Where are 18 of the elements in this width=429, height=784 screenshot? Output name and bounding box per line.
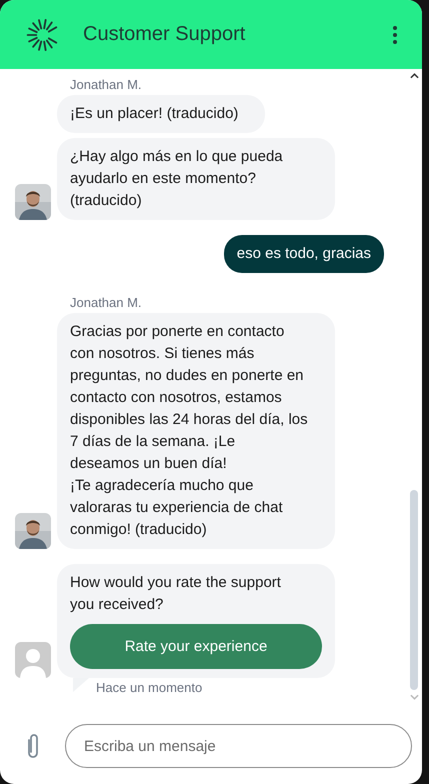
avatar-placeholder-icon (15, 642, 51, 678)
scroll-up-icon[interactable] (410, 73, 418, 79)
scroll-down-icon[interactable] (410, 694, 418, 700)
sender-name: Jonathan M. (70, 295, 143, 310)
paperclip-icon[interactable] (26, 732, 40, 760)
rate-button[interactable]: Rate your experience (70, 624, 322, 669)
message-bubble: ¡Es un placer! (traducido) (57, 95, 266, 133)
scrollbar-thumb[interactable] (410, 490, 418, 690)
timestamp: Hace un momento (96, 680, 202, 695)
message-bubble: Gracias por ponerte en contacto con nosotros. Si tienes más preguntas, no dudes en ponerte en contacto con nosotros, estamos disponibles las 24 horas del día, los 7 días de la semana. ¡Le deseamos un buen día! ¡Te agradecería mucho que valoraras tu experiencia de chat conmigo! (traducido) (57, 313, 335, 549)
header-title: Customer Support (83, 23, 246, 46)
message-bubble: ¿Hay algo más en lo que pueda ayudarlo en este momento? (traducido) (57, 138, 335, 220)
message-bubble: eso es todo, gracias (224, 235, 384, 273)
message-bubble: How would you rate the support you received? Rate your experience (57, 564, 335, 678)
menu-icon[interactable] (392, 24, 398, 44)
logo-icon (26, 18, 60, 52)
sender-name: Jonathan M. (70, 77, 143, 92)
message-input[interactable]: Escriba un mensaje (65, 724, 412, 768)
